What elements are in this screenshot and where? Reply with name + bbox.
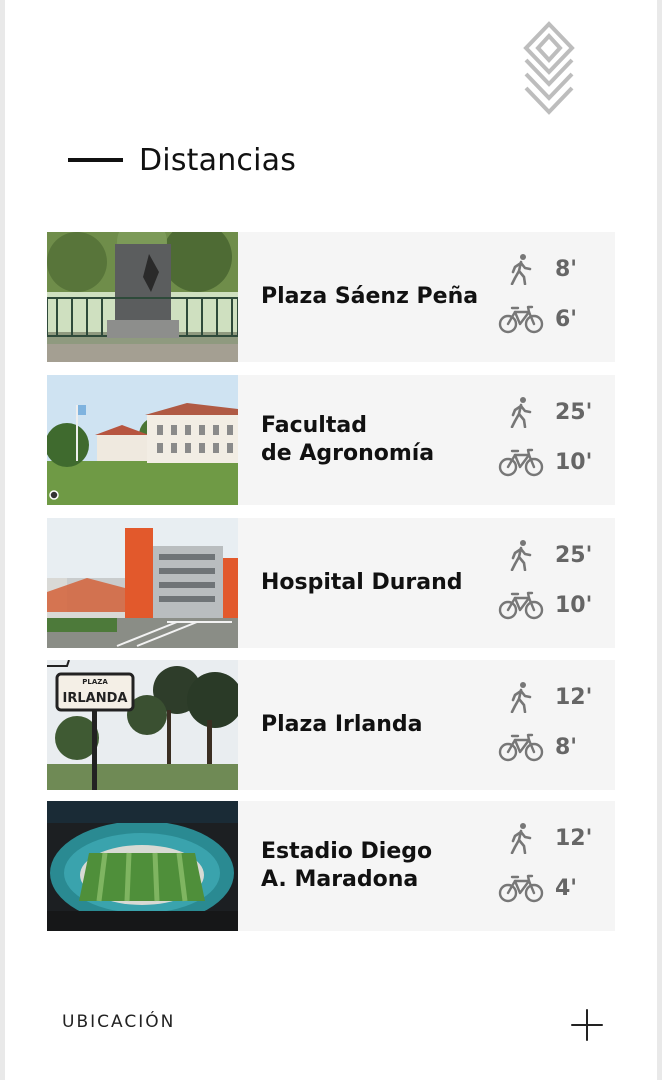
bike-minutes: 10': [555, 449, 593, 475]
walk-minutes: 25': [555, 542, 593, 568]
place-name: Estadio Diego A. Maradona: [261, 839, 433, 892]
place-name: Facultad de Agronomía: [261, 413, 435, 466]
bicycle-icon: [497, 870, 545, 906]
list-item: Hospital Durand 25' 10': [47, 518, 615, 648]
walk-minutes: 12': [555, 684, 593, 710]
bike-time-row: 8': [497, 729, 607, 765]
place-photo: [47, 518, 238, 648]
walk-time-row: 12': [497, 820, 607, 856]
walking-person-icon: [497, 820, 545, 856]
bicycle-icon: [497, 587, 545, 623]
left-frame-edge: [0, 0, 5, 1080]
bicycle-icon: [497, 444, 545, 480]
bike-minutes: 4': [555, 875, 578, 901]
right-frame-edge: [657, 0, 662, 1080]
place-photo: [47, 801, 238, 931]
bicycle-icon: [497, 301, 545, 337]
plus-icon[interactable]: [570, 1008, 604, 1042]
place-photo: [47, 375, 238, 505]
sign-text-main: IRLANDA: [63, 691, 128, 706]
bike-time-row: 10': [497, 444, 607, 480]
bike-time-row: 10': [497, 587, 607, 623]
place-name: Plaza Sáenz Peña: [261, 284, 479, 309]
list-item: Plaza Sáenz Peña 8' 6': [47, 232, 615, 362]
bike-minutes: 8': [555, 734, 578, 760]
travel-times: 12' 4': [497, 801, 607, 931]
list-item: Estadio Diego A. Maradona 12' 4': [47, 801, 615, 931]
place-name: Plaza Irlanda: [261, 712, 423, 737]
walking-person-icon: [497, 394, 545, 430]
travel-times: 25' 10': [497, 518, 607, 648]
walk-minutes: 12': [555, 825, 593, 851]
place-photo: [47, 232, 238, 362]
walk-time-row: 8': [497, 251, 607, 287]
walk-minutes: 8': [555, 256, 578, 282]
walking-person-icon: [497, 537, 545, 573]
place-name: Hospital Durand: [261, 570, 463, 595]
location-section-toggle[interactable]: UBICACIÓN: [62, 1012, 175, 1032]
list-item: Facultad de Agronomía 25' 10': [47, 375, 615, 505]
walk-time-row: 25': [497, 394, 607, 430]
bike-minutes: 6': [555, 306, 578, 332]
section-heading: Distancias: [68, 136, 296, 184]
sign-text-top: PLAZA: [82, 678, 108, 686]
bicycle-icon: [497, 729, 545, 765]
travel-times: 25' 10': [497, 375, 607, 505]
bike-time-row: 6': [497, 301, 607, 337]
heading-dash: [68, 158, 123, 162]
bike-minutes: 10': [555, 592, 593, 618]
walk-time-row: 12': [497, 679, 607, 715]
walking-person-icon: [497, 251, 545, 287]
walking-person-icon: [497, 679, 545, 715]
travel-times: 8' 6': [497, 232, 607, 362]
brand-logo: [518, 18, 580, 122]
list-item: PLAZA IRLANDA Plaza Irlanda 12' 8': [47, 660, 615, 790]
walk-time-row: 25': [497, 537, 607, 573]
travel-times: 12' 8': [497, 660, 607, 790]
bike-time-row: 4': [497, 870, 607, 906]
walk-minutes: 25': [555, 399, 593, 425]
place-photo: PLAZA IRLANDA: [47, 660, 238, 790]
section-title: Distancias: [139, 142, 297, 178]
